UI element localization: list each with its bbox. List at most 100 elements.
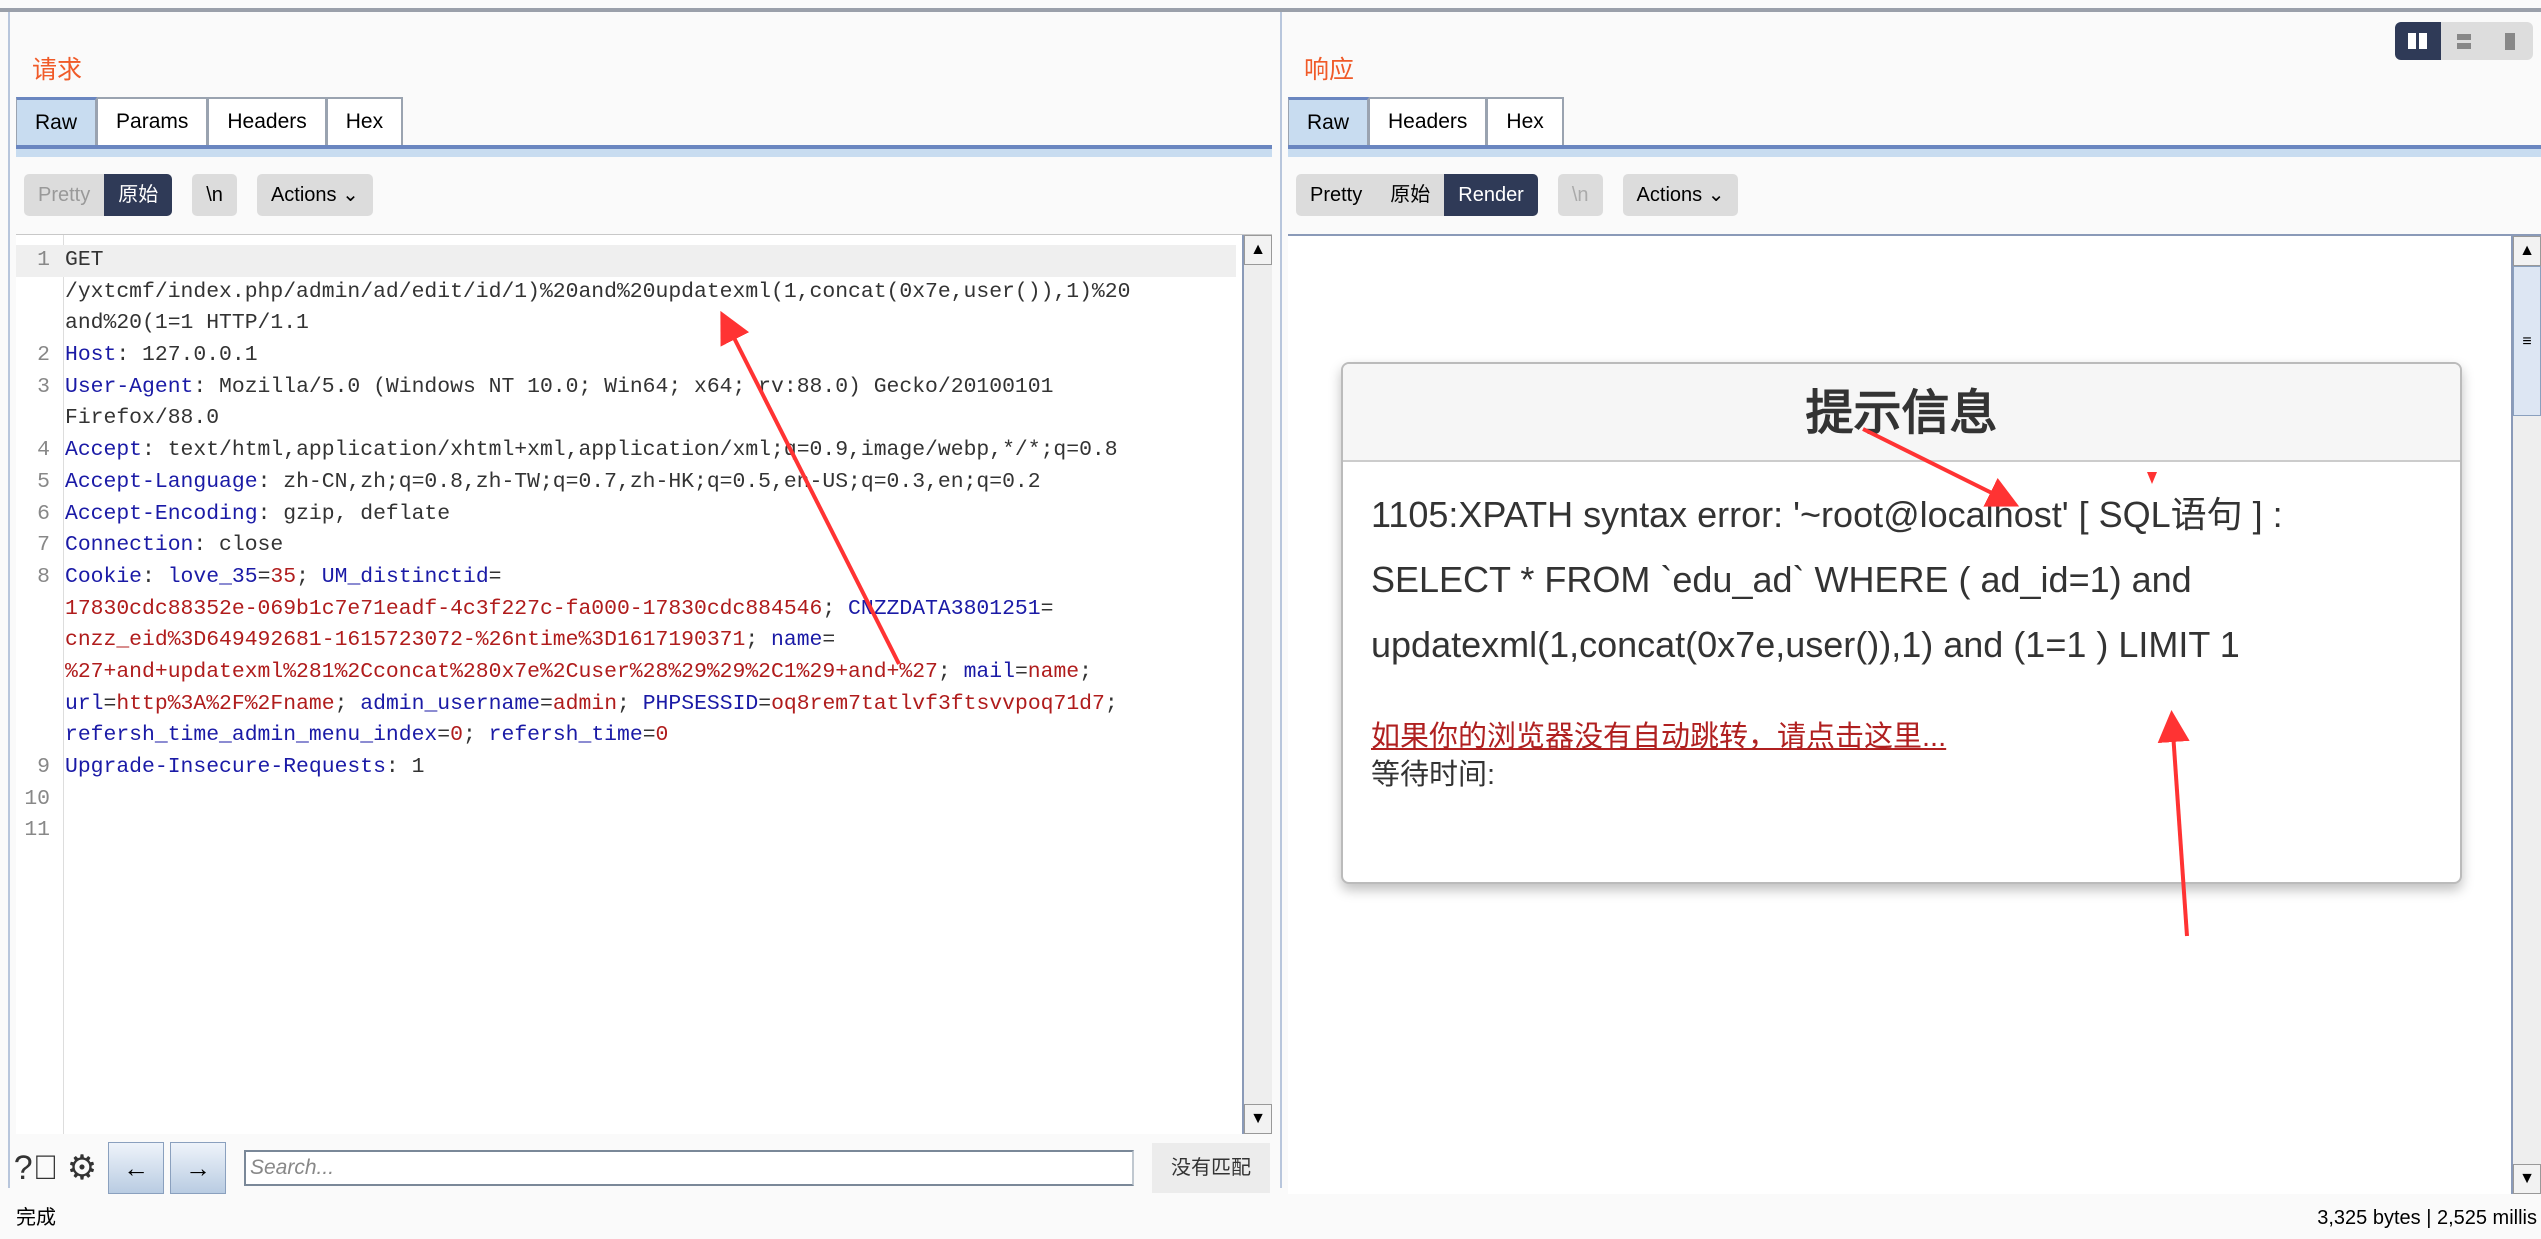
scroll-down-icon[interactable]: ▼ <box>1244 1104 1272 1134</box>
tab-hex[interactable]: Hex <box>1487 97 1564 145</box>
tab-hex[interactable]: Hex <box>326 97 404 145</box>
redirect-link[interactable]: 如果你的浏览器没有自动跳转，请点击这里... <box>1371 717 2432 757</box>
tab-raw[interactable]: Raw <box>16 97 98 145</box>
response-title: 响应 <box>1304 55 1355 84</box>
line-text: url=http%3A%2F%2Fname; admin_username=ad… <box>56 689 1118 721</box>
header-key: admin_username <box>360 691 540 716</box>
line-number <box>16 277 56 309</box>
response-toolbar: Pretty 原始 Render \n Actions ⌄ <box>1296 174 1739 216</box>
match-count: 没有匹配 <box>1152 1143 1270 1193</box>
text: = <box>437 723 451 748</box>
arrow-right-icon: → <box>185 1153 211 1183</box>
line-number: 2 <box>37 343 50 368</box>
request-title: 请求 <box>32 55 83 84</box>
text: = <box>1040 596 1054 621</box>
code-line: 3 User-Agent: Mozilla/5.0 (Windows NT 10.… <box>16 372 1236 404</box>
text: Firefox/88.0 <box>65 406 220 431</box>
layout-stacked-icon[interactable] <box>2441 22 2487 60</box>
raw-button[interactable]: 原始 <box>1376 174 1444 216</box>
layout-tabs-icon[interactable] <box>2487 22 2533 60</box>
text: : Mozilla/5.0 (Windows NT 10.0; Win64; x… <box>193 374 1054 399</box>
raw-button[interactable]: 原始 <box>104 174 173 216</box>
tab-headers[interactable]: Headers <box>1369 97 1488 145</box>
header-key: refersh_time <box>488 723 643 748</box>
scroll-down-icon[interactable]: ▼ <box>2513 1164 2541 1194</box>
header-key: mail <box>963 659 1015 684</box>
newline-button[interactable]: \n <box>1557 174 1603 216</box>
response-panel: 响应 Raw Headers Hex Pretty 原始 Render \n A… <box>1280 12 2541 1194</box>
line-text: Connection: close <box>56 530 283 562</box>
line-text: Accept-Language: zh-CN,zh;q=0.8,zh-TW;q=… <box>56 467 1041 499</box>
code-line: url=http%3A%2F%2Fname; admin_username=ad… <box>16 689 1236 721</box>
header-key: Upgrade-Insecure-Requests <box>65 755 386 779</box>
layout-switcher <box>2395 22 2533 60</box>
scroll-up-icon[interactable]: ▲ <box>1244 235 1272 265</box>
next-match-button[interactable]: → <box>170 1142 226 1194</box>
line-number: 7 <box>37 533 50 558</box>
request-editor[interactable]: 1 GET/yxtcmf/index.php/admin/ad/edit/id/1… <box>16 234 1272 1134</box>
header-key: Host <box>65 343 117 368</box>
newline-button[interactable]: \n <box>192 174 237 216</box>
text: = <box>642 723 656 748</box>
pretty-button[interactable]: Pretty <box>1296 174 1376 216</box>
render-button[interactable]: Render <box>1444 174 1538 216</box>
request-scrollbar[interactable]: ▲ ▼ <box>1242 235 1272 1134</box>
header-key: Cookie <box>65 564 143 589</box>
line-number <box>16 594 56 626</box>
header-key: refersh_time_admin_menu_index <box>65 723 438 748</box>
pretty-button[interactable]: Pretty <box>24 174 104 216</box>
response-scrollbar[interactable]: ▲ ≡ ▼ <box>2511 236 2541 1194</box>
line-text: 17830cdc88352e-069b1c7e71eadf-4c3f227c-f… <box>56 594 1053 626</box>
header-key: url <box>65 691 104 716</box>
header-key: Connection <box>65 533 194 558</box>
tab-params[interactable]: Params <box>97 97 209 145</box>
tab-raw[interactable]: Raw <box>1288 97 1370 145</box>
gear-icon[interactable]: ⚙ <box>62 1148 102 1188</box>
cookie-value: admin <box>552 691 618 716</box>
line-text: cnzz_eid%3D649492681-1615723072-%26ntime… <box>56 625 835 657</box>
wait-time-label: 等待时间: <box>1371 759 1496 791</box>
request-code[interactable]: 1 GET/yxtcmf/index.php/admin/ad/edit/id/1… <box>16 245 1236 847</box>
code-line: Firefox/88.0 <box>16 403 1236 435</box>
code-line: 5 Accept-Language: zh-CN,zh;q=0.8,zh-TW;q… <box>16 467 1236 499</box>
tab-headers[interactable]: Headers <box>208 97 327 145</box>
text: = <box>758 691 772 716</box>
cookie-value: 35 <box>270 564 297 589</box>
header-key: Accept-Encoding <box>65 501 258 526</box>
search-input[interactable]: Search... <box>244 1150 1134 1186</box>
text: ; <box>1104 691 1118 716</box>
status-bar: 完成 3,325 bytes | 2,525 millis <box>0 1198 2541 1239</box>
text: : text/html,application/xhtml+xml,applic… <box>142 438 1118 463</box>
line-number <box>16 720 56 752</box>
card-body: 1105:XPATH syntax error: '~root@localhos… <box>1343 462 2460 813</box>
line-text: refersh_time_admin_menu_index=0; refersh… <box>56 720 668 752</box>
cookie-value: cnzz_eid%3D649492681-1615723072-%26ntime… <box>65 628 746 653</box>
line-number: 11 <box>24 818 50 843</box>
line-number: 9 <box>37 755 50 779</box>
cookie-value: name <box>1027 659 1080 684</box>
actions-button[interactable]: Actions ⌄ <box>256 174 373 216</box>
text: : 127.0.0.1 <box>116 343 258 368</box>
code-line: 1 GET <box>16 245 1236 277</box>
line-number <box>16 308 56 340</box>
scroll-thumb[interactable]: ≡ <box>2513 266 2541 416</box>
layout-side-by-side-icon[interactable] <box>2395 22 2441 60</box>
line-text <box>56 815 65 847</box>
previous-match-button[interactable]: ← <box>108 1142 164 1194</box>
actions-button[interactable]: Actions ⌄ <box>1622 174 1739 216</box>
text: GET <box>65 248 104 272</box>
line-number: 8 <box>37 564 50 589</box>
code-line: /yxtcmf/index.php/admin/ad/edit/id/1)%20… <box>16 277 1236 309</box>
response-tabs: Raw Headers Hex <box>1288 97 1564 145</box>
actions-label: Actions <box>1636 184 1703 206</box>
help-icon[interactable]: ?⃝ <box>14 1148 58 1188</box>
search-bar: ?⃝ ⚙ ← → Search... 没有匹配 <box>14 1140 1272 1196</box>
line-text: User-Agent: Mozilla/5.0 (Windows NT 10.0… <box>56 372 1053 404</box>
line-text <box>56 784 65 816</box>
scroll-up-icon[interactable]: ▲ <box>2513 236 2541 266</box>
text: ; <box>745 628 772 653</box>
message-card: 提示信息 1105:XPATH syntax error: '~root@loc… <box>1341 362 2462 884</box>
code-line: 10 <box>16 784 1236 816</box>
line-text: Cookie: love_35=35; UM_distinctid= <box>56 562 502 594</box>
request-tabs: Raw Params Headers Hex <box>16 97 404 145</box>
